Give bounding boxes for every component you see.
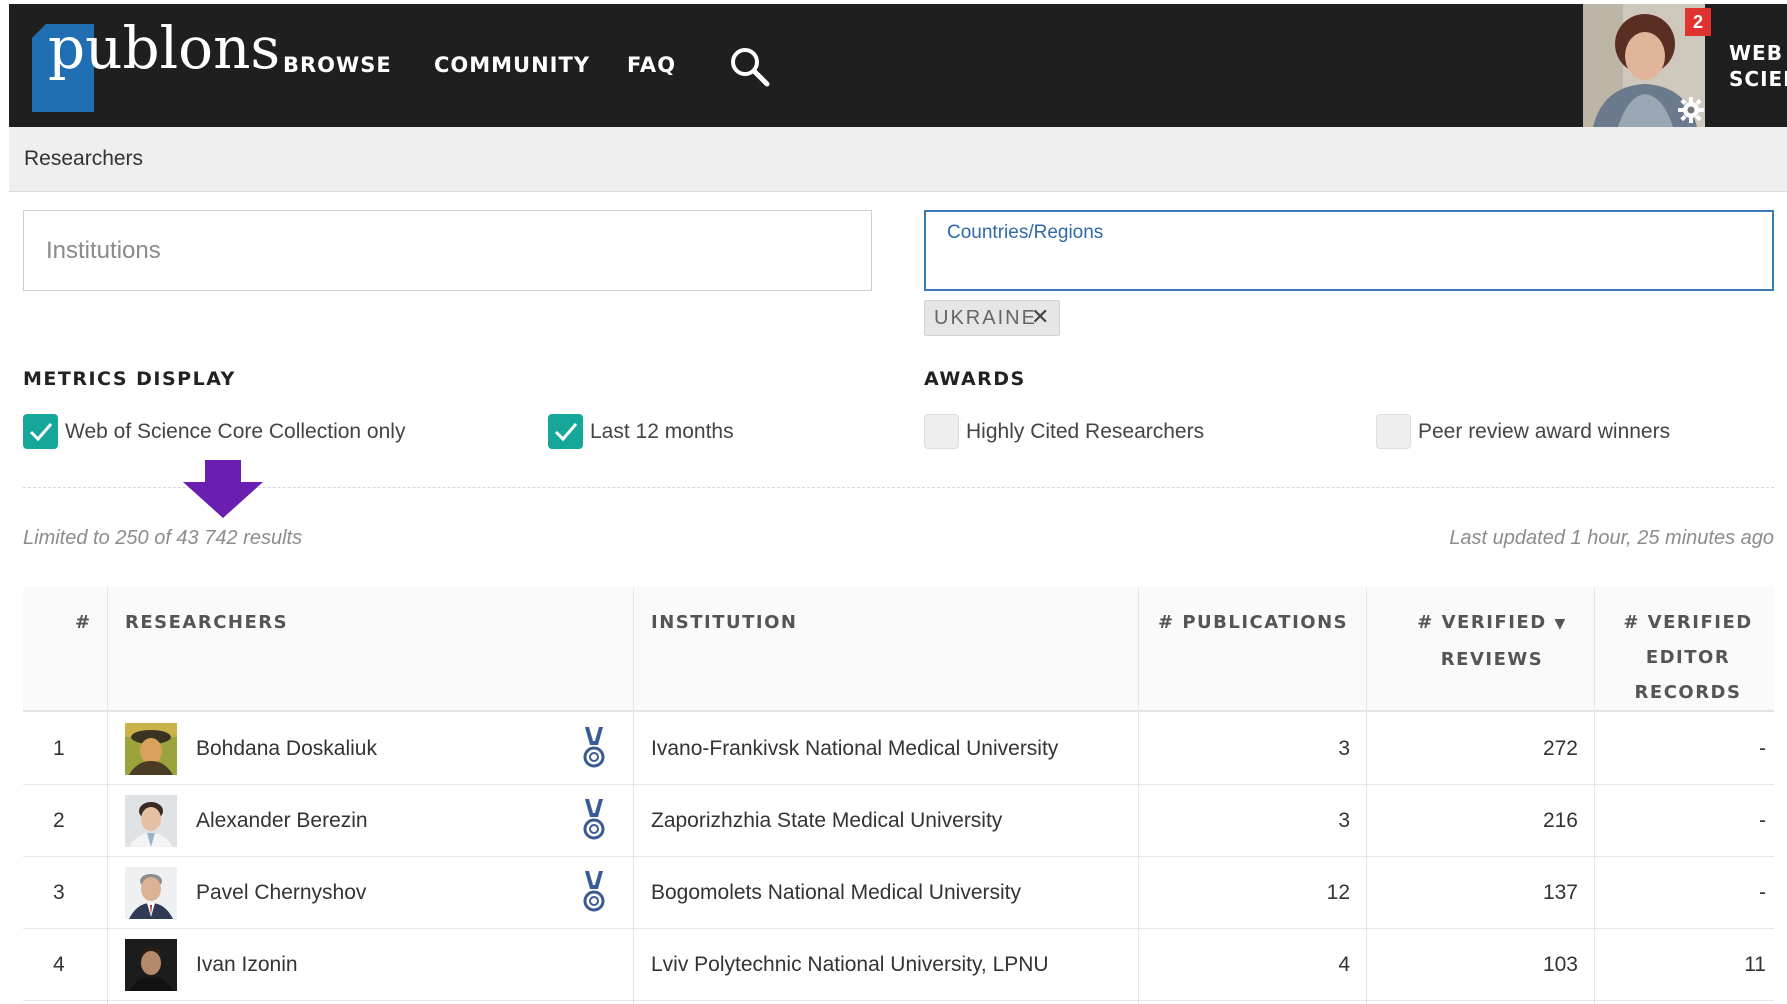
header-researchers[interactable]: RESEARCHERS bbox=[125, 605, 288, 640]
verified-reviews-count: 137 bbox=[1542, 881, 1578, 904]
avatar[interactable] bbox=[125, 795, 177, 847]
editor-records-count: 11 bbox=[1744, 953, 1766, 976]
researcher-name[interactable]: Alexander Berezin bbox=[196, 809, 368, 833]
divider bbox=[23, 487, 1774, 488]
header-reviews-line1: # VERIFIED bbox=[1417, 612, 1547, 633]
gear-icon[interactable] bbox=[1677, 96, 1705, 124]
row-rank: 3 bbox=[53, 881, 65, 904]
header-editor-line3: RECORDS bbox=[1634, 682, 1742, 703]
editor-records-count: - bbox=[1759, 809, 1766, 832]
check-icon bbox=[29, 423, 53, 442]
publications-count: 3 bbox=[1338, 809, 1350, 832]
country-tag-ukraine[interactable]: UKRAINE ✕ bbox=[924, 300, 1060, 336]
metrics-display-title: METRICS DISPLAY bbox=[23, 368, 236, 390]
medal-icon bbox=[583, 727, 605, 768]
header-institution[interactable]: INSTITUTION bbox=[651, 605, 797, 640]
table-row[interactable]: 4 Ivan Izonin Lviv Polytechnic National … bbox=[23, 929, 1774, 1001]
nav-browse-link[interactable]: BROWSE bbox=[283, 53, 392, 77]
institution-name[interactable]: Zaporizhzhia State Medical University bbox=[651, 809, 1002, 833]
checkbox-box[interactable] bbox=[23, 414, 58, 449]
header-editor-line1: # VERIFIED bbox=[1623, 612, 1753, 633]
researcher-name[interactable]: Bohdana Doskaliuk bbox=[196, 737, 377, 761]
table-row[interactable]: 3 Pavel Chernyshov Bogomolets National M… bbox=[23, 857, 1774, 929]
web-of-science-link[interactable]: WEB OF SCIENCE bbox=[1729, 40, 1787, 92]
country-tag-label: UKRAINE bbox=[934, 307, 1037, 329]
top-navigation-bar: publons BROWSE COMMUNITY FAQ 2 WEB SCIE bbox=[9, 4, 1787, 127]
institutions-field[interactable] bbox=[23, 210, 872, 291]
row-rank: 4 bbox=[53, 953, 65, 976]
logo-notch bbox=[32, 24, 46, 38]
header-rank[interactable]: # bbox=[75, 605, 92, 640]
breadcrumb-researchers[interactable]: Researchers bbox=[24, 147, 143, 171]
avatar[interactable] bbox=[125, 867, 177, 919]
sort-desc-icon[interactable]: ▼ bbox=[1554, 616, 1566, 632]
verified-reviews-count: 216 bbox=[1542, 809, 1578, 832]
avatar[interactable] bbox=[125, 939, 177, 991]
last-12-months-checkbox[interactable]: Last 12 months bbox=[548, 414, 768, 450]
header-verified-editor-records[interactable]: # VERIFIED EDITOR RECORDS bbox=[1613, 605, 1763, 710]
table-header: # RESEARCHERS INSTITUTION # PUBLICATIONS… bbox=[23, 587, 1774, 712]
table-row[interactable]: 2 Alexander Berezin Zaporizhzhia State M… bbox=[23, 785, 1774, 857]
table-row[interactable]: 1 Bohdana Doskaliuk Ivano-Frankivsk Nati… bbox=[23, 713, 1774, 785]
last-12-months-label: Last 12 months bbox=[590, 420, 734, 443]
awards-title: AWARDS bbox=[924, 368, 1026, 390]
institution-name[interactable]: Ivano-Frankivsk National Medical Univers… bbox=[651, 737, 1058, 761]
publications-count: 12 bbox=[1326, 881, 1350, 904]
editor-records-count: - bbox=[1759, 881, 1766, 904]
highly-cited-label: Highly Cited Researchers bbox=[966, 420, 1205, 443]
peer-review-award-label: Peer review award winners bbox=[1418, 420, 1671, 443]
institution-name[interactable]: Bogomolets National Medical University bbox=[651, 881, 1021, 905]
notification-badge[interactable]: 2 bbox=[1685, 8, 1711, 36]
search-icon[interactable] bbox=[728, 45, 772, 89]
logo-text: publons bbox=[48, 14, 281, 82]
countries-label: Countries/Regions bbox=[947, 222, 1104, 243]
checkbox-box[interactable] bbox=[924, 414, 959, 449]
header-reviews-line2: REVIEWS bbox=[1440, 649, 1544, 670]
peer-review-award-checkbox[interactable]: Peer review award winners bbox=[1376, 414, 1696, 450]
verified-reviews-count: 272 bbox=[1542, 737, 1578, 760]
editor-records-count: - bbox=[1759, 737, 1766, 760]
avatar[interactable] bbox=[125, 723, 177, 775]
nav-faq-link[interactable]: FAQ bbox=[627, 53, 676, 77]
nav-community-link[interactable]: COMMUNITY bbox=[434, 53, 590, 77]
medal-icon bbox=[583, 799, 605, 840]
breadcrumb: Researchers bbox=[9, 127, 1787, 192]
header-editor-line2: EDITOR bbox=[1645, 647, 1731, 668]
publications-count: 3 bbox=[1338, 737, 1350, 760]
verified-reviews-count: 103 bbox=[1542, 953, 1578, 976]
close-icon[interactable]: ✕ bbox=[1031, 304, 1049, 330]
institution-name[interactable]: Lviv Polytechnic National University, LP… bbox=[651, 953, 1049, 977]
check-icon bbox=[554, 423, 578, 442]
header-publications[interactable]: # PUBLICATIONS bbox=[1158, 605, 1348, 640]
row-rank: 2 bbox=[53, 809, 65, 832]
publications-count: 4 bbox=[1338, 953, 1350, 976]
wos-core-only-label: Web of Science Core Collection only bbox=[65, 420, 406, 443]
medal-icon bbox=[583, 871, 605, 912]
arrow-down-icon bbox=[183, 460, 263, 518]
wos-line-2: SCIENCE bbox=[1729, 67, 1787, 91]
wos-line-1: WEB OF bbox=[1729, 41, 1787, 65]
countries-field[interactable]: Countries/Regions bbox=[924, 210, 1774, 291]
wos-core-only-checkbox[interactable]: Web of Science Core Collection only bbox=[23, 414, 443, 450]
header-verified-reviews[interactable]: # VERIFIED ▼ REVIEWS bbox=[1390, 605, 1594, 677]
checkbox-box[interactable] bbox=[1376, 414, 1411, 449]
publons-logo[interactable]: publons bbox=[23, 14, 280, 112]
highly-cited-checkbox[interactable]: Highly Cited Researchers bbox=[924, 414, 1244, 450]
researcher-name[interactable]: Ivan Izonin bbox=[196, 953, 298, 977]
researcher-name[interactable]: Pavel Chernyshov bbox=[196, 881, 366, 905]
results-count: Limited to 250 of 43 742 results bbox=[23, 527, 303, 549]
institutions-input[interactable] bbox=[24, 211, 871, 290]
last-updated: Last updated 1 hour, 25 minutes ago bbox=[1449, 527, 1774, 549]
row-rank: 1 bbox=[53, 737, 65, 760]
checkbox-box[interactable] bbox=[548, 414, 583, 449]
